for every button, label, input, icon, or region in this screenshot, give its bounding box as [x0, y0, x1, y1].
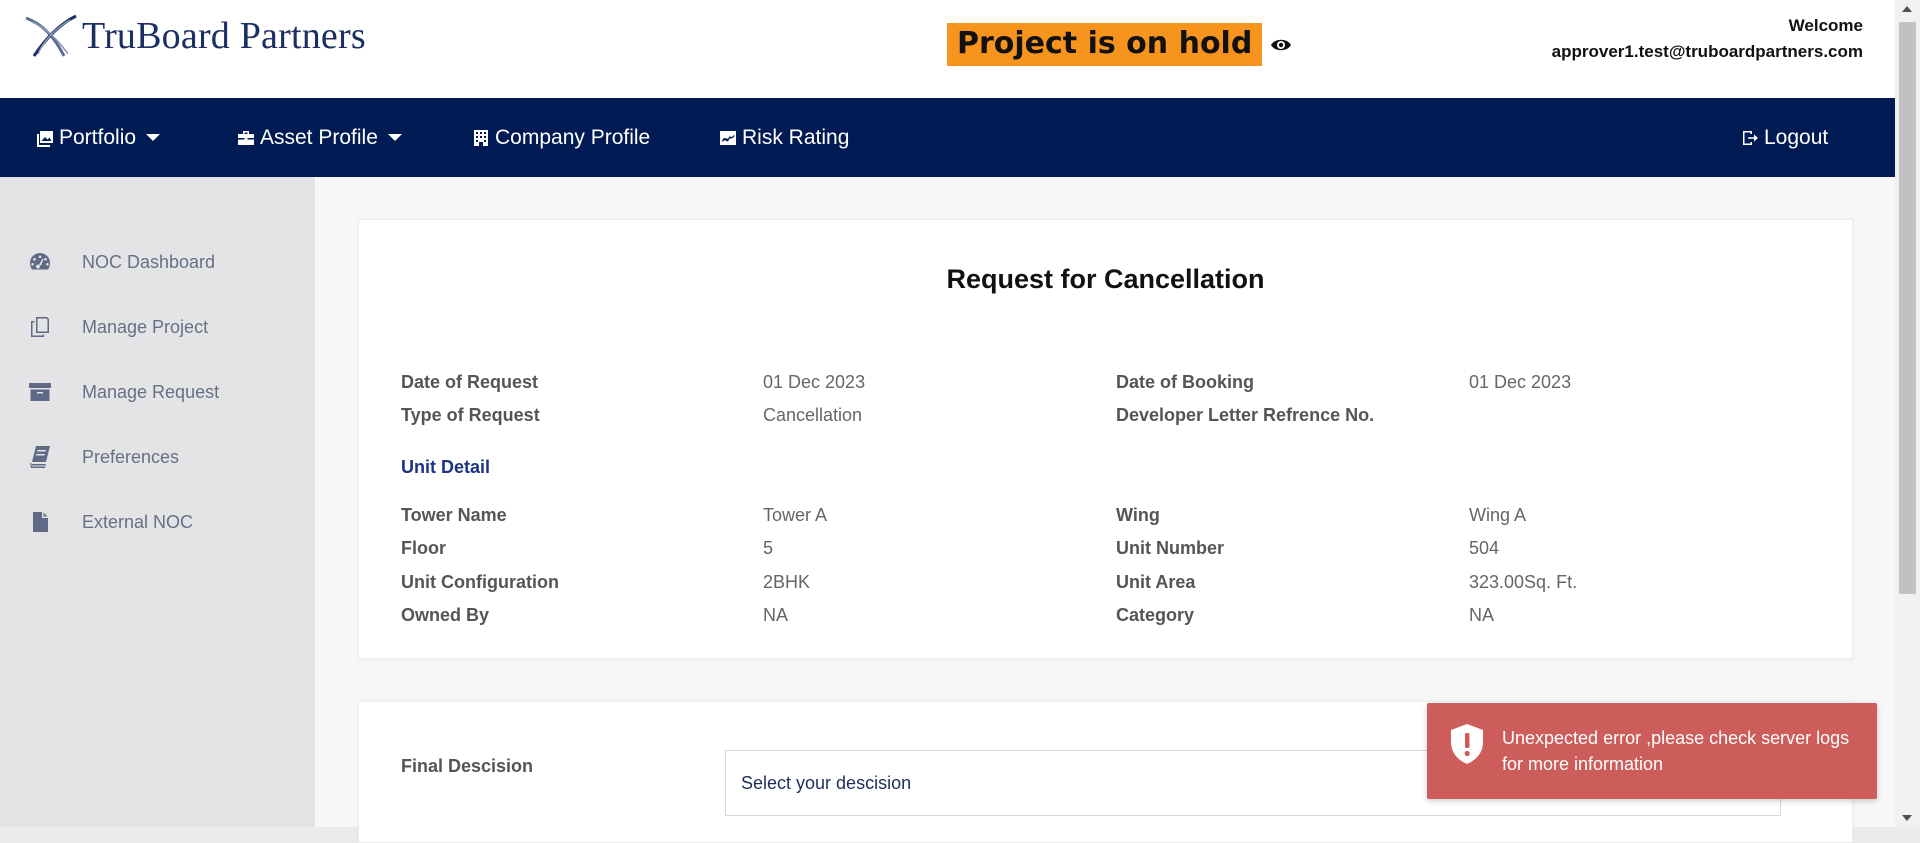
eye-icon[interactable] — [1270, 37, 1292, 53]
user-info: Welcome approver1.test@truboardpartners.… — [1552, 13, 1863, 65]
sidebar-item-external-noc[interactable]: External NOC — [28, 510, 193, 534]
floor-value: 5 — [763, 538, 774, 558]
images-icon — [37, 130, 53, 147]
gauge-icon — [30, 253, 50, 270]
scroll-down-arrow-icon[interactable] — [1902, 815, 1912, 821]
unit-config-label: Unit Configuration — [401, 572, 559, 592]
building-icon — [474, 129, 488, 146]
chevron-down-icon — [146, 134, 161, 141]
unit-config-value: 2BHK — [763, 572, 811, 592]
signature-icon — [720, 130, 736, 145]
nav-company-profile[interactable]: Company Profile — [472, 98, 650, 177]
category-label: Category — [1116, 605, 1195, 625]
sidebar-item-manage-request[interactable]: Manage Request — [28, 380, 219, 404]
sidebar-item-preferences[interactable]: Preferences — [28, 445, 179, 469]
copy-icon — [31, 317, 49, 337]
date-of-request-value: 01 Dec 2023 — [763, 372, 866, 392]
tower-name-label: Tower Name — [401, 505, 507, 525]
final-decision-placeholder: Select your descision — [741, 773, 912, 793]
logout-button[interactable]: Logout — [1741, 98, 1828, 177]
owned-by-value: NA — [763, 605, 789, 625]
unit-area-label: Unit Area — [1116, 572, 1196, 592]
unit-area-value: 323.00Sq. Ft. — [1469, 572, 1578, 592]
logout-icon — [1743, 130, 1758, 145]
logout-label: Logout — [1764, 125, 1829, 149]
nav-portfolio-label: Portfolio — [59, 125, 137, 149]
project-status: Project is on hold — [947, 23, 1292, 66]
wing-label: Wing — [1116, 505, 1160, 525]
file-icon — [33, 512, 48, 532]
sidebar-item-manage-project[interactable]: Manage Project — [28, 315, 208, 339]
nav-risk-rating[interactable]: Risk Rating — [719, 98, 849, 177]
unit-detail-heading: Unit Detail — [401, 457, 491, 477]
date-of-request-label: Date of Request — [401, 372, 539, 392]
error-toast[interactable]: Unexpected error ,please check server lo… — [1427, 703, 1877, 799]
scrollbar-thumb[interactable] — [1899, 22, 1916, 594]
sidebar-item-label: Manage Project — [82, 316, 209, 337]
date-of-booking-label: Date of Booking — [1116, 372, 1254, 392]
unit-number-value: 504 — [1469, 538, 1500, 558]
owned-by-label: Owned By — [401, 605, 490, 625]
logo-mark-icon — [25, 14, 77, 57]
briefcase-icon — [238, 130, 254, 145]
welcome-text: Welcome — [1788, 16, 1863, 35]
floor-label: Floor — [401, 538, 446, 558]
sidebar: NOC Dashboard Manage Project Manage Requ… — [0, 177, 315, 827]
toast-message: Unexpected error ,please check server lo… — [1502, 728, 1850, 774]
chevron-down-icon — [387, 134, 402, 141]
company-logo[interactable]: TruBoard Partners — [24, 14, 366, 58]
developer-letter-label: Developer Letter Refrence No. — [1116, 405, 1375, 425]
sidebar-item-noc-dashboard[interactable]: NOC Dashboard — [28, 250, 215, 274]
top-header: TruBoard Partners Project is on hold Wel… — [0, 0, 1895, 98]
unit-number-label: Unit Number — [1116, 538, 1224, 558]
main-nav: Portfolio Asset Profile Company Profile … — [0, 98, 1895, 177]
type-of-request-label: Type of Request — [401, 405, 540, 425]
date-of-booking-value: 01 Dec 2023 — [1469, 372, 1572, 392]
project-hold-banner: Project is on hold — [947, 23, 1263, 66]
nav-portfolio[interactable]: Portfolio — [36, 98, 161, 177]
sidebar-item-label: Preferences — [82, 446, 180, 467]
scroll-up-arrow-icon[interactable] — [1902, 6, 1912, 12]
page-scrollbar[interactable] — [1895, 0, 1920, 827]
sidebar-item-label: NOC Dashboard — [82, 251, 216, 272]
nav-asset-profile[interactable]: Asset Profile — [237, 98, 402, 177]
nav-company-profile-label: Company Profile — [495, 125, 651, 149]
book-icon — [30, 446, 50, 468]
user-email: approver1.test@truboardpartners.com — [1551, 42, 1863, 61]
nav-asset-profile-label: Asset Profile — [260, 125, 378, 149]
tower-name-value: Tower A — [763, 505, 828, 525]
category-value: NA — [1469, 605, 1495, 625]
request-details-card: Request for Cancellation Date of Request… — [358, 219, 1853, 659]
logo-text: TruBoard Partners — [82, 15, 366, 57]
sidebar-item-label: External NOC — [82, 511, 194, 532]
nav-risk-rating-label: Risk Rating — [742, 125, 850, 149]
sidebar-item-label: Manage Request — [82, 381, 220, 402]
page-title: Request for Cancellation — [946, 264, 1265, 294]
shield-alert-icon — [1451, 724, 1483, 764]
wing-value: Wing A — [1469, 505, 1527, 525]
archive-icon — [29, 383, 51, 401]
type-of-request-value: Cancellation — [763, 405, 863, 425]
final-decision-label: Final Descision — [401, 756, 534, 776]
